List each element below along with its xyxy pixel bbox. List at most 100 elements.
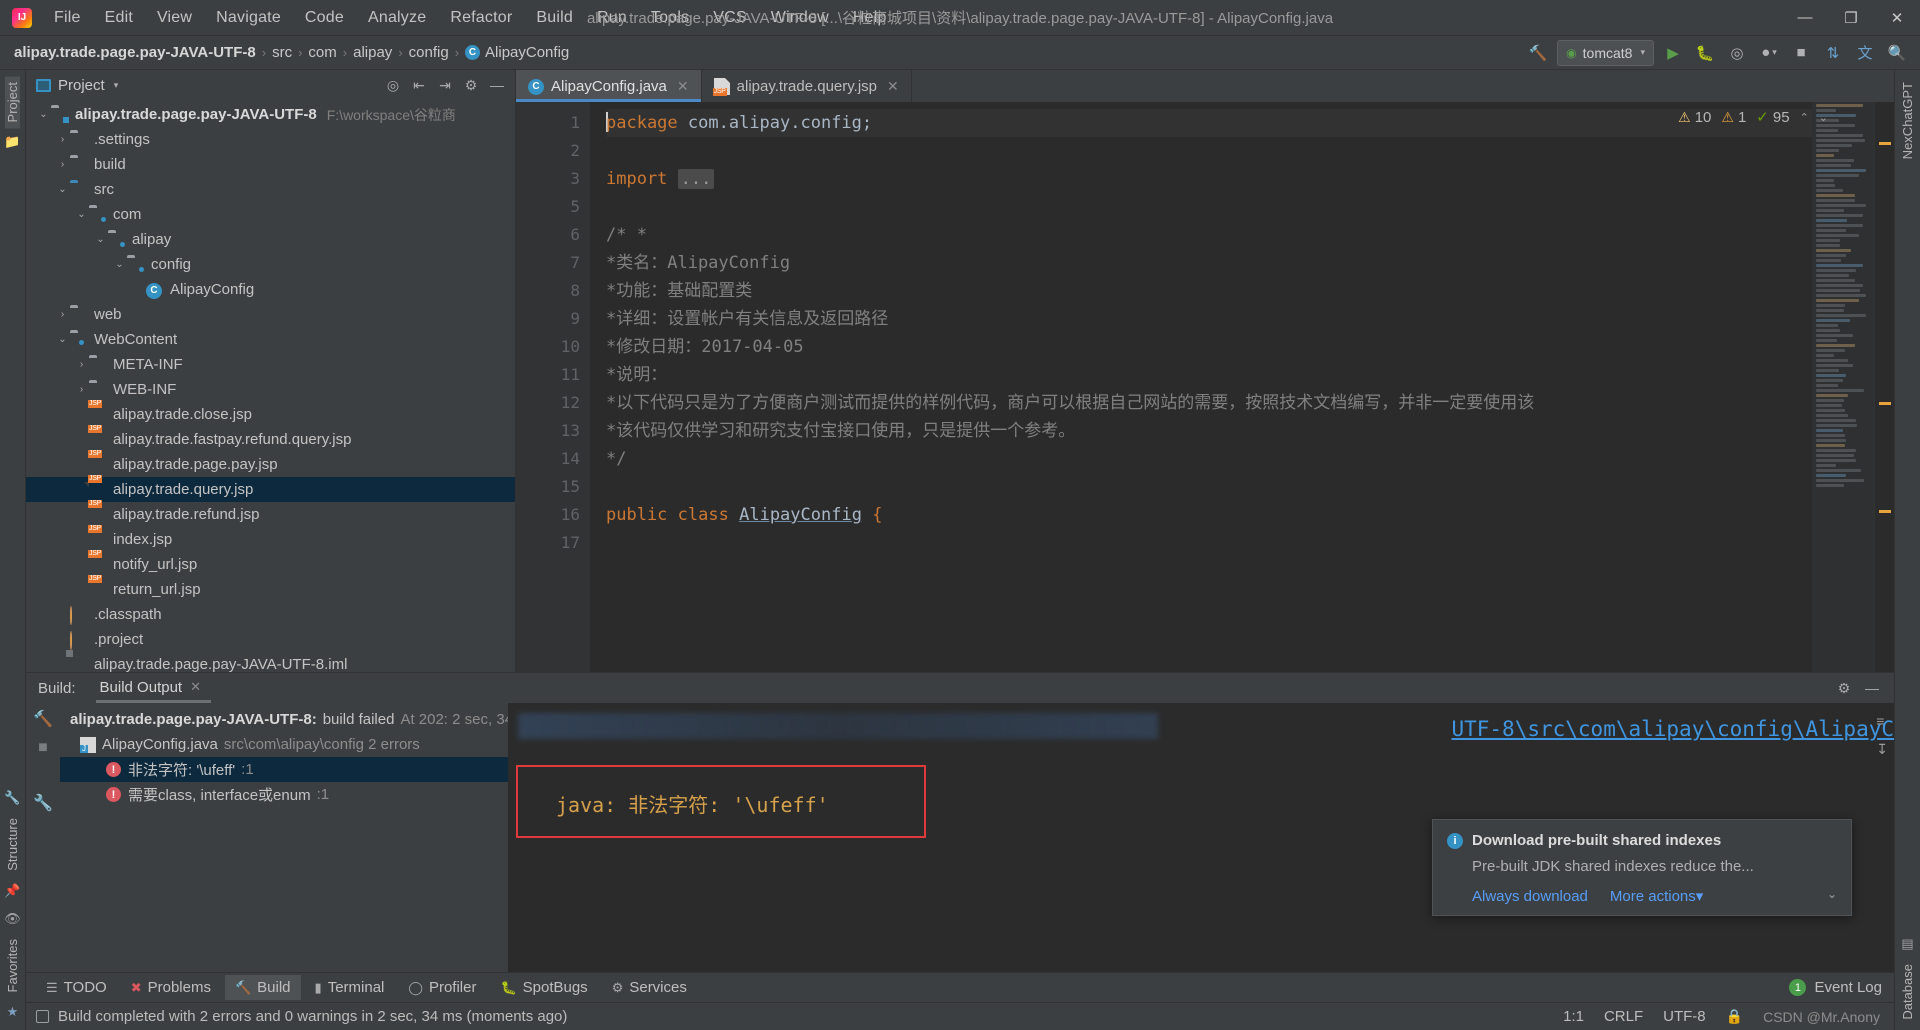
code-line[interactable]: *详细：设置帐户有关信息及返回路径 [606, 305, 1812, 333]
tree-node[interactable]: index.jsp [26, 527, 515, 552]
breadcrumb-alipay[interactable]: alipay [353, 44, 392, 61]
stripe-marker[interactable] [1879, 402, 1891, 405]
rail-database-button[interactable]: Database [1900, 958, 1915, 1026]
stripe-marker[interactable] [1879, 510, 1891, 513]
chevron-right-icon[interactable]: › [55, 309, 70, 320]
tab-build-output[interactable]: Build Output ✕ [96, 675, 211, 702]
gutter-line-number[interactable]: 3+ [516, 165, 590, 193]
code-line[interactable]: *功能：基础配置类 [606, 277, 1812, 305]
code-line[interactable]: */ [606, 445, 1812, 473]
build-output-row[interactable]: AlipayConfig.java src\com\alipay\config 2… [60, 732, 508, 757]
gutter-line-number[interactable]: 8 [516, 277, 590, 305]
gutter-line-number[interactable]: 15 [516, 473, 590, 501]
code-line[interactable] [606, 529, 1812, 557]
chevron-down-icon[interactable]: ⌄ [36, 109, 51, 120]
tree-node[interactable]: › .settings [26, 127, 515, 152]
gutter-line-number[interactable]: 12 [516, 389, 590, 417]
tree-node[interactable]: alipay.trade.refund.jsp [26, 502, 515, 527]
editor-minimap[interactable] [1812, 102, 1874, 672]
tree-node[interactable]: › WEB-INF [26, 377, 515, 402]
gutter-line-number[interactable]: 9 [516, 305, 590, 333]
gutter-line-number[interactable]: 11 [516, 361, 590, 389]
code-line[interactable]: /* * [606, 221, 1812, 249]
settings-gear-icon[interactable]: ⚙ [459, 73, 483, 97]
gutter-line-number[interactable]: 2 [516, 137, 590, 165]
stop-icon[interactable]: ■ [1788, 40, 1814, 66]
breadcrumb-com[interactable]: com [308, 44, 336, 61]
tab-problems[interactable]: ✖ Problems [121, 975, 221, 1000]
event-log-label[interactable]: Event Log [1814, 979, 1882, 996]
chevron-down-icon[interactable]: ⌄ [55, 184, 70, 195]
build-error-path-link[interactable]: UTF-8\src\com\alipay\config\AlipayC [1451, 717, 1894, 741]
wrench-icon[interactable]: 🔧 [33, 793, 53, 813]
code-line[interactable]: *该代码仅供学习和研究支付宝接口使用，只是提供一个参考。 [606, 417, 1812, 445]
project-panel-title-group[interactable]: Project ▾ [36, 77, 118, 94]
menu-edit[interactable]: Edit [93, 5, 145, 31]
run-configuration-selector[interactable]: ◉ tomcat8 ▾ [1557, 40, 1654, 66]
project-tree[interactable]: ⌄ alipay.trade.page.pay-JAVA-UTF-8 F:\work… [26, 100, 515, 672]
tree-node[interactable]: .project [26, 627, 515, 652]
tree-node[interactable]: ⌄ alipay.trade.page.pay-JAVA-UTF-8 F:\work… [26, 102, 515, 127]
tree-node[interactable]: return_url.jsp [26, 577, 515, 602]
run-icon[interactable]: ▶ [1660, 40, 1686, 66]
weak-warning-count-group[interactable]: ⚠ 1 [1721, 109, 1746, 126]
gutter-line-number[interactable]: 7 [516, 249, 590, 277]
code-line[interactable]: package com.alipay.config; [606, 109, 1812, 137]
build-output-tree[interactable]: alipay.trade.page.pay-JAVA-UTF-8: build f… [60, 703, 508, 972]
collapse-notification-icon[interactable]: ⌄ [1827, 887, 1837, 901]
chevron-down-icon[interactable]: ▾ [114, 80, 119, 91]
rail-favorites-button[interactable]: Favorites [5, 933, 20, 998]
tree-node[interactable]: alipay.trade.page.pay-JAVA-UTF-8.iml [26, 652, 515, 672]
chevron-down-icon[interactable]: ⌄ [112, 259, 127, 270]
tab-alipay-trade-query-jsp[interactable]: alipay.trade.query.jsp ✕ [702, 70, 912, 102]
always-download-link[interactable]: Always download [1472, 888, 1588, 905]
gutter-line-number[interactable]: 5 [516, 193, 590, 221]
prev-problem-icon[interactable]: ⌃ [1800, 111, 1809, 124]
hammer-icon[interactable]: 🔨 [33, 709, 53, 729]
menu-vcs[interactable]: VCS [701, 5, 759, 31]
menu-analyze[interactable]: Analyze [356, 5, 438, 31]
tree-node[interactable]: › META-INF [26, 352, 515, 377]
gutter-line-number[interactable]: 14⌂ [516, 445, 590, 473]
breadcrumb-src[interactable]: src [272, 44, 292, 61]
rail-nexchatgpt-button[interactable]: NexChatGPT [1900, 76, 1915, 165]
tree-node[interactable]: ⌄ WebContent [26, 327, 515, 352]
gutter-line-number[interactable]: 17 [516, 529, 590, 557]
breadcrumb-class[interactable]: AlipayConfig [485, 44, 569, 61]
gutter-line-number[interactable]: 6− [516, 221, 590, 249]
update-icon[interactable]: ⇅ [1820, 40, 1846, 66]
menu-run[interactable]: Run [585, 5, 639, 31]
code-line[interactable] [606, 193, 1812, 221]
tab-spotbugs[interactable]: 🐛 SpotBugs [490, 975, 597, 1000]
lock-icon[interactable]: 🔒 [1726, 1008, 1743, 1025]
close-icon[interactable]: ✕ [190, 679, 201, 695]
debug-icon[interactable]: 🐛 [1692, 40, 1718, 66]
code-line[interactable] [606, 137, 1812, 165]
menu-tools[interactable]: Tools [639, 5, 701, 31]
hide-panel-icon[interactable]: — [485, 73, 509, 97]
code-line[interactable]: import ... [606, 165, 1812, 193]
code-line[interactable] [606, 473, 1812, 501]
star-icon[interactable]: ★ [7, 998, 19, 1026]
inspection-ok-group[interactable]: ✓ 95 [1756, 108, 1789, 126]
rail-structure-button[interactable]: Structure [5, 812, 20, 877]
tab-terminal[interactable]: ▮ Terminal [305, 975, 395, 1000]
code-line[interactable]: *说明： [606, 361, 1812, 389]
tab-services[interactable]: ⚙ Services [602, 975, 697, 1000]
tab-build[interactable]: 🔨 Build [225, 975, 301, 1000]
tree-node[interactable]: ⌄ src [26, 177, 515, 202]
inspection-widget[interactable]: ⚠ 10 ⚠ 1 ✓ 95 ⌃ ⌄ [1678, 108, 1828, 126]
tab-alipayconfig-java[interactable]: C AlipayConfig.java ✕ [516, 70, 702, 102]
close-icon[interactable]: ✕ [677, 78, 689, 95]
menu-navigate[interactable]: Navigate [204, 5, 293, 31]
search-icon[interactable]: 🔍 [1884, 40, 1910, 66]
menu-build[interactable]: Build [524, 5, 585, 31]
code-line[interactable]: *以下代码只是为了方便商户测试而提供的样例代码，商户可以根据自己网站的需要，按照… [606, 389, 1812, 417]
chevron-down-icon[interactable]: ⌄ [93, 234, 108, 245]
hide-panel-icon[interactable]: — [1860, 676, 1884, 700]
wrap-text-icon[interactable]: ≡ [1876, 713, 1888, 729]
tree-node[interactable]: alipay.trade.query.jsp [26, 477, 515, 502]
code-line[interactable]: *修改日期：2017-04-05 [606, 333, 1812, 361]
maximize-button[interactable]: ❐ [1828, 0, 1874, 36]
build-output-row[interactable]: alipay.trade.page.pay-JAVA-UTF-8: build f… [60, 707, 508, 732]
